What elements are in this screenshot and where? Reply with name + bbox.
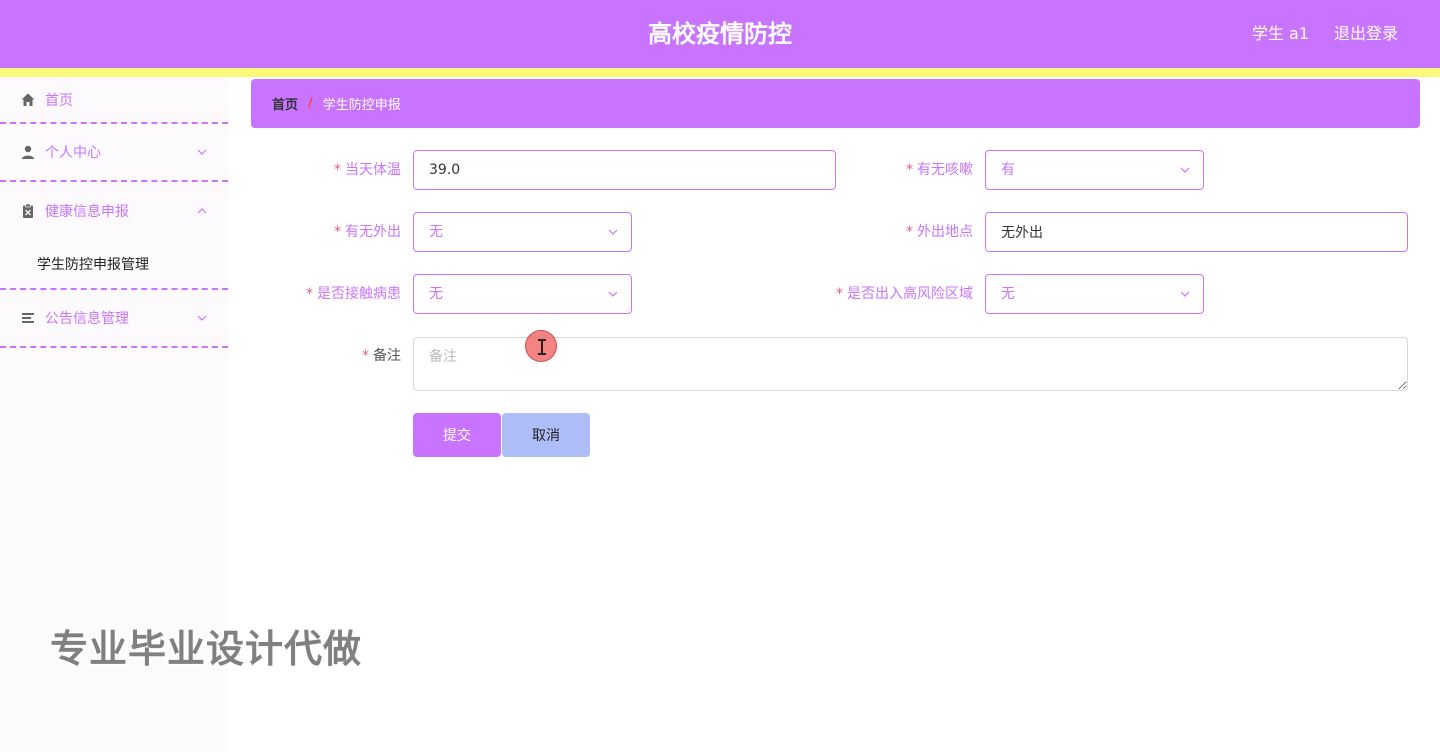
- cancel-button[interactable]: 取消: [502, 413, 590, 457]
- contact-select-value: 无: [429, 286, 443, 302]
- chevron-down-icon: [608, 229, 618, 235]
- required-mark: *: [906, 224, 913, 240]
- sidebar-item-label: 公告信息管理: [45, 311, 129, 327]
- sidebar-item-label: 个人中心: [45, 145, 101, 161]
- temperature-label: * 当天体温: [251, 150, 401, 190]
- required-mark: *: [334, 162, 341, 178]
- outing-select[interactable]: 无: [413, 212, 632, 252]
- high-risk-select[interactable]: 无: [985, 274, 1204, 314]
- sidebar-item-announcements[interactable]: 公告信息管理: [0, 290, 228, 348]
- outing-label: * 有无外出: [251, 212, 401, 252]
- sidebar-subitem-student-report-management[interactable]: 学生防控申报管理: [0, 239, 228, 290]
- sidebar-item-home[interactable]: 首页: [0, 77, 228, 124]
- cough-select-value: 有: [1001, 162, 1015, 178]
- clipboard-icon: [23, 203, 33, 218]
- chevron-down-icon: [608, 291, 618, 297]
- outing-place-label: * 外出地点: [823, 212, 973, 252]
- home-icon: [21, 93, 35, 106]
- cough-label: * 有无咳嗽: [823, 150, 973, 190]
- chevron-up-icon: [197, 208, 207, 214]
- cough-select[interactable]: 有: [985, 150, 1204, 190]
- cough-label-text: 有无咳嗽: [917, 162, 973, 178]
- required-mark: *: [836, 286, 843, 302]
- breadcrumb-separator: /: [308, 96, 313, 111]
- sidebar-subitem-label: 学生防控申报管理: [37, 256, 149, 273]
- contact-label-text: 是否接触病患: [317, 286, 401, 302]
- breadcrumb-home-link[interactable]: 首页: [272, 94, 298, 113]
- user-icon: [22, 145, 34, 159]
- remark-textarea[interactable]: [413, 337, 1408, 391]
- sidebar-item-profile[interactable]: 个人中心: [0, 124, 228, 182]
- breadcrumb-current: 学生防控申报: [322, 98, 401, 113]
- outing-label-text: 有无外出: [345, 224, 401, 240]
- remark-label: * 备注: [251, 336, 401, 376]
- cursor-indicator: [525, 330, 557, 362]
- sidebar-item-health-report[interactable]: 健康信息申报: [0, 182, 228, 240]
- breadcrumb: 首页 / 学生防控申报: [251, 79, 1420, 128]
- watermark-text: 专业毕业设计代做: [50, 627, 363, 671]
- list-icon: [22, 313, 34, 323]
- submit-button[interactable]: 提交: [413, 413, 501, 457]
- chevron-down-icon: [197, 149, 207, 155]
- header-stripe: [0, 68, 1440, 77]
- sidebar-item-label: 健康信息申报: [45, 204, 129, 220]
- required-mark: *: [906, 162, 913, 178]
- chevron-down-icon: [1180, 291, 1190, 297]
- contact-label: * 是否接触病患: [251, 274, 401, 314]
- outing-place-input[interactable]: [985, 212, 1408, 252]
- high-risk-label: * 是否出入高风险区域: [773, 274, 973, 314]
- text-cursor-icon: [538, 339, 546, 355]
- contact-select[interactable]: 无: [413, 274, 632, 314]
- required-mark: *: [306, 286, 313, 302]
- high-risk-select-value: 无: [1001, 286, 1015, 302]
- required-mark: *: [334, 224, 341, 240]
- current-user: 学生 a1: [1251, 24, 1309, 43]
- outing-select-value: 无: [429, 224, 443, 240]
- top-header: 高校疫情防控 学生 a1 退出登录: [0, 0, 1440, 68]
- temperature-label-text: 当天体温: [345, 162, 401, 178]
- required-mark: *: [362, 348, 369, 364]
- chevron-down-icon: [1180, 167, 1190, 173]
- outing-place-label-text: 外出地点: [917, 224, 973, 240]
- temperature-input[interactable]: [413, 150, 836, 190]
- remark-label-text: 备注: [373, 348, 401, 364]
- high-risk-label-text: 是否出入高风险区域: [847, 286, 973, 302]
- logout-link[interactable]: 退出登录: [1334, 0, 1398, 68]
- chevron-down-icon: [197, 315, 207, 321]
- app-title: 高校疫情防控: [648, 20, 792, 48]
- sidebar-item-label: 首页: [45, 92, 73, 109]
